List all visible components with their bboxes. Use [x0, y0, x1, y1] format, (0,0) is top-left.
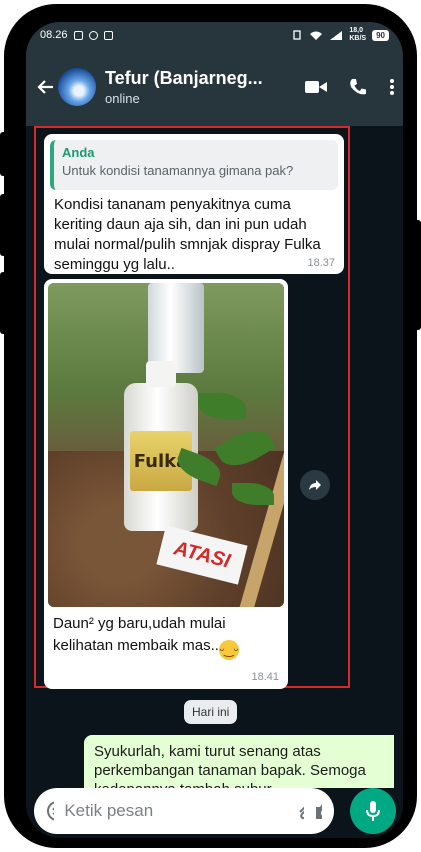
- bottle-cap: [146, 361, 176, 387]
- volume-down-button: [0, 194, 8, 256]
- quote-text: Untuk kondisi tanamannya gimana pak?: [62, 163, 294, 178]
- outgoing-message[interactable]: Syukurlah, kami turut senang atas perkem…: [84, 735, 394, 798]
- sign-text: ATASI: [171, 536, 233, 573]
- input-bar: [26, 788, 403, 838]
- contact-name: Tefur (Banjarneg...: [105, 68, 263, 88]
- quoted-message[interactable]: Anda Untuk kondisi tanamannya gimana pak…: [50, 140, 338, 190]
- volume-up-button: [0, 132, 8, 176]
- message-time: 18.41: [251, 671, 279, 683]
- contact-status: online: [105, 91, 140, 106]
- image-caption: Daun² yg baru,udah mulai kelihatan memba…: [48, 607, 284, 660]
- camera-icon[interactable]: [314, 801, 322, 821]
- arrow-left-icon: [37, 80, 53, 94]
- battery-icon: 90: [372, 29, 389, 41]
- screen: 08.26 18,0 KB/S 90 Tefur (Banjarneg... o…: [26, 22, 403, 838]
- attach-icon[interactable]: [295, 800, 304, 822]
- chat-header: Tefur (Banjarneg... online: [26, 48, 403, 126]
- vibrate-icon: [293, 30, 302, 40]
- voice-message-button[interactable]: [350, 788, 396, 834]
- contact-avatar[interactable]: [58, 68, 96, 106]
- signal-icon: [330, 30, 343, 40]
- incoming-image-message[interactable]: Fulka ATASI Daun² yg baru,udah mulai kel…: [44, 279, 288, 689]
- incoming-message[interactable]: Anda Untuk kondisi tanamannya gimana pak…: [44, 134, 344, 274]
- more-vertical-icon: [390, 79, 394, 95]
- phone-frame: 08.26 18,0 KB/S 90 Tefur (Banjarneg... o…: [0, 4, 421, 848]
- status-time: 08.26: [40, 29, 68, 41]
- microphone-icon: [366, 801, 380, 821]
- wifi-icon: [310, 31, 323, 40]
- network-speed: 18,0 KB/S: [349, 27, 366, 43]
- caption-text: Daun² yg baru,udah mulai kelihatan memba…: [53, 615, 226, 654]
- grinning-emoji-icon: ᵕ‿ᵕ: [218, 640, 239, 660]
- emoji-icon[interactable]: [46, 800, 55, 822]
- voice-call-button[interactable]: [349, 78, 367, 96]
- contact-info[interactable]: Tefur (Banjarneg... online: [105, 68, 297, 106]
- video-call-button[interactable]: [305, 80, 327, 94]
- phone-icon: [350, 79, 366, 95]
- photo-sprayer-tank: [148, 283, 204, 373]
- date-separator: Hari ini: [184, 700, 238, 724]
- bixby-button: [0, 272, 8, 334]
- speed-unit: KB/S: [349, 35, 367, 42]
- message-input[interactable]: [64, 801, 286, 821]
- back-button[interactable]: [36, 79, 54, 95]
- instagram-icon: [88, 30, 98, 40]
- chat-area[interactable]: Anda Untuk kondisi tanamannya gimana pak…: [26, 126, 403, 798]
- forward-button[interactable]: [300, 470, 330, 500]
- photo-bottle: Fulka: [124, 361, 198, 531]
- notification-icon: [73, 30, 83, 40]
- video-camera-icon: [305, 81, 327, 93]
- more-options-button[interactable]: [389, 78, 395, 96]
- speed-value: 18,0: [349, 27, 363, 34]
- message-composer: [34, 788, 334, 834]
- status-bar: 08.26 18,0 KB/S 90: [26, 22, 403, 48]
- message-time: 18.37: [307, 257, 335, 269]
- forward-icon: [309, 480, 321, 490]
- quote-author: Anda: [62, 145, 95, 160]
- message-text: Kondisi tananam penyakitnya cuma keritin…: [54, 196, 321, 273]
- power-button: [413, 220, 421, 330]
- attached-photo[interactable]: Fulka ATASI: [48, 283, 284, 607]
- gmail-icon: [103, 30, 113, 40]
